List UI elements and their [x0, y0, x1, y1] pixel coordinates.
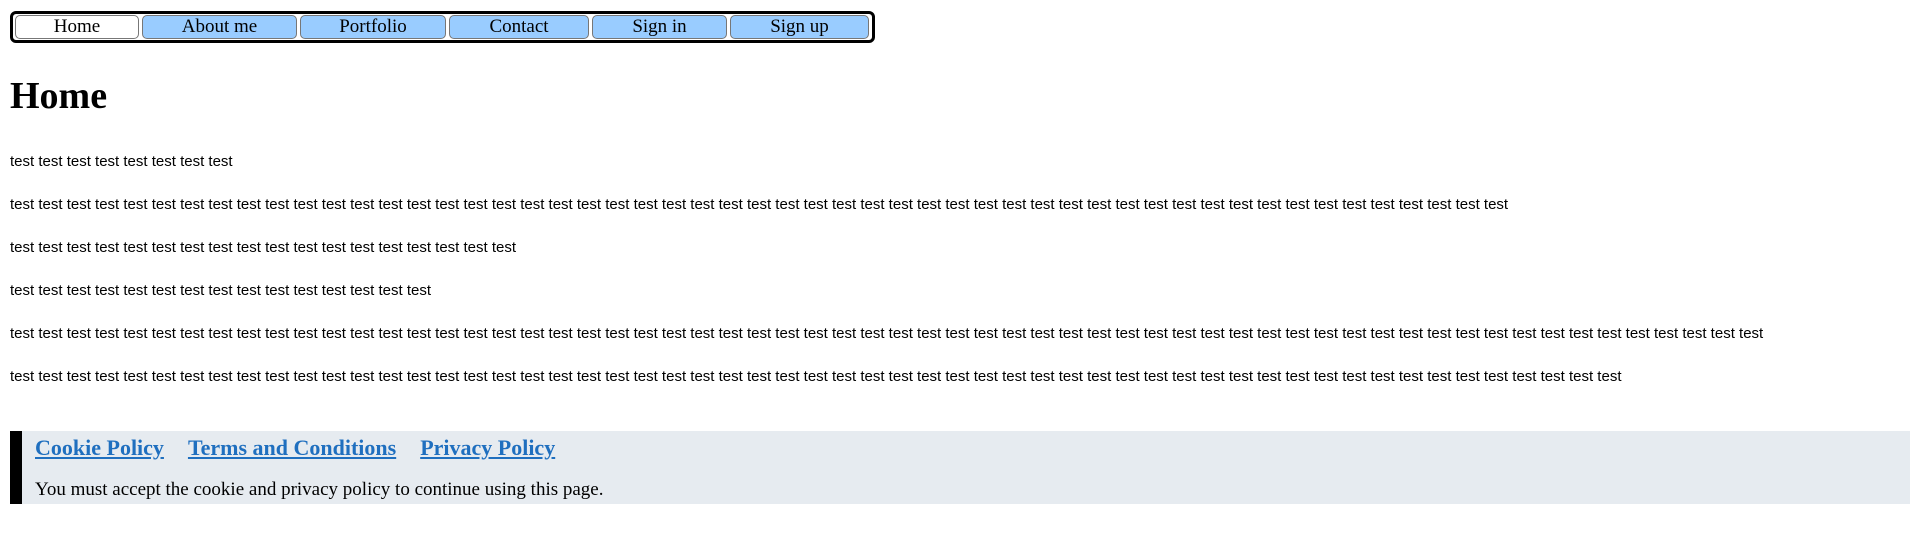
content-paragraph: test test test test test test test test	[10, 153, 233, 170]
content-paragraph: test test test test test test test test …	[10, 325, 1764, 342]
nav-portfolio-button[interactable]: Portfolio	[300, 15, 446, 39]
cookie-banner: Cookie Policy Terms and Conditions Priva…	[10, 431, 1910, 504]
content-paragraph: test test test test test test test test …	[10, 368, 1622, 385]
content-paragraph: test test test test test test test test …	[10, 239, 517, 256]
nav-sign-in-button[interactable]: Sign in	[592, 15, 727, 39]
privacy-policy-link[interactable]: Privacy Policy	[420, 435, 555, 460]
content-paragraph: test test test test test test test test …	[10, 282, 432, 299]
page-title: Home	[10, 75, 108, 117]
nav-contact-button[interactable]: Contact	[449, 15, 589, 39]
main-content: test test test test test test test test …	[10, 150, 1910, 408]
nav-about-me-button[interactable]: About me	[142, 15, 297, 39]
cookie-banner-message: You must accept the cookie and privacy p…	[35, 479, 604, 500]
cookie-banner-links: Cookie Policy Terms and Conditions Priva…	[35, 431, 1910, 467]
content-paragraph: test test test test test test test test …	[10, 196, 1509, 213]
terms-and-conditions-link[interactable]: Terms and Conditions	[188, 435, 396, 460]
nav-sign-up-button[interactable]: Sign up	[730, 15, 869, 39]
nav-home-button[interactable]: Home	[15, 15, 139, 39]
main-nav: Home About me Portfolio Contact Sign in …	[10, 11, 875, 43]
cookie-policy-link[interactable]: Cookie Policy	[35, 435, 164, 460]
